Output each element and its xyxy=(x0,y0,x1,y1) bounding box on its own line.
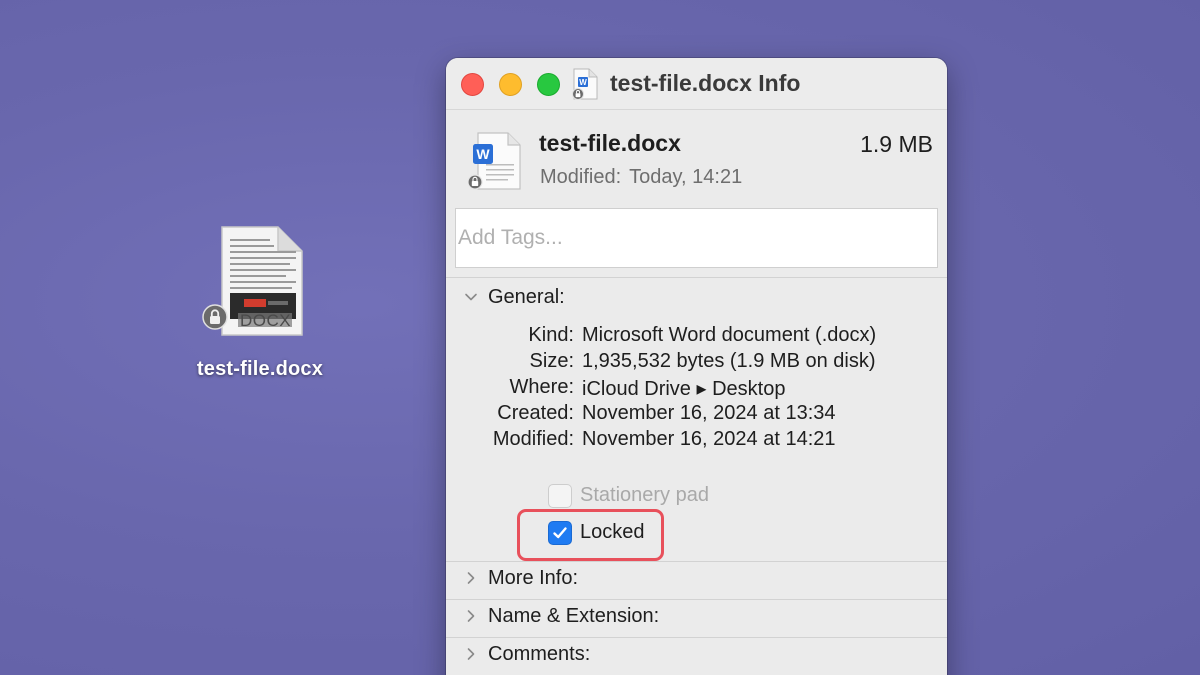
svg-text:W: W xyxy=(579,78,587,87)
general-row-size: Size: 1,935,532 bytes (1.9 MB on disk) xyxy=(446,350,947,376)
file-type-badge: DOCX xyxy=(240,311,292,330)
divider xyxy=(446,561,947,562)
general-row-kind: Kind: Microsoft Word document (.docx) xyxy=(446,324,947,350)
tags-input[interactable] xyxy=(455,208,938,268)
zoom-button[interactable] xyxy=(537,73,560,96)
row-key: Modified: xyxy=(492,428,574,450)
section-general[interactable]: General: xyxy=(446,282,947,318)
divider xyxy=(446,599,947,600)
section-comments[interactable]: Comments: xyxy=(446,639,947,675)
general-row-created: Created: November 16, 2024 at 13:34 xyxy=(446,402,947,428)
svg-text:W: W xyxy=(476,146,490,162)
chevron-down-icon xyxy=(465,293,477,301)
row-key: Size: xyxy=(529,350,574,372)
section-general-title: General: xyxy=(488,286,565,308)
chevron-right-icon xyxy=(467,610,475,622)
row-value: November 16, 2024 at 13:34 xyxy=(582,402,836,424)
chevron-right-icon xyxy=(467,572,475,584)
general-row-where: Where: iCloud Drive ▸ Desktop xyxy=(446,376,947,402)
lock-badge-icon xyxy=(202,304,228,330)
desktop-file-label: test-file.docx xyxy=(196,358,324,380)
word-document-large-icon: W xyxy=(468,132,521,190)
minimize-button[interactable] xyxy=(499,73,522,96)
window-title: test-file.docx Info xyxy=(610,70,801,96)
checkbox-unchecked[interactable] xyxy=(548,484,572,508)
row-key: Where: xyxy=(509,376,574,398)
row-value: Microsoft Word document (.docx) xyxy=(582,324,877,346)
locked-highlight-box xyxy=(517,509,664,561)
stationery-pad-label: Stationery pad xyxy=(580,484,709,506)
row-value: November 16, 2024 at 14:21 xyxy=(582,428,836,450)
file-size: 1.9 MB xyxy=(860,131,933,157)
row-value: 1,935,532 bytes (1.9 MB on disk) xyxy=(582,350,876,372)
modified-summary: Modified: Today, 14:21 xyxy=(540,166,742,189)
section-name-extension[interactable]: Name & Extension: xyxy=(446,601,947,637)
row-value: iCloud Drive ▸ Desktop xyxy=(582,378,786,400)
file-name: test-file.docx xyxy=(539,130,681,156)
section-more-info-title: More Info: xyxy=(488,567,579,589)
word-document-icon: W xyxy=(572,68,598,100)
modified-value: Today, 14:21 xyxy=(629,166,743,188)
modified-label: Modified: xyxy=(540,166,622,188)
general-row-modified: Modified: November 16, 2024 at 14:21 xyxy=(446,428,947,454)
section-comments-title: Comments: xyxy=(488,643,591,665)
section-name-extension-title: Name & Extension: xyxy=(488,605,660,627)
row-key: Kind: xyxy=(528,324,574,346)
get-info-window: W test-file.docx Info W test-file.docx 1… xyxy=(446,58,947,675)
title-bar: W test-file.docx Info xyxy=(446,58,947,110)
chevron-right-icon xyxy=(467,648,475,660)
divider xyxy=(446,277,947,278)
row-key: Created: xyxy=(497,402,574,424)
divider xyxy=(446,637,947,638)
section-more-info[interactable]: More Info: xyxy=(446,563,947,599)
close-button[interactable] xyxy=(461,73,484,96)
